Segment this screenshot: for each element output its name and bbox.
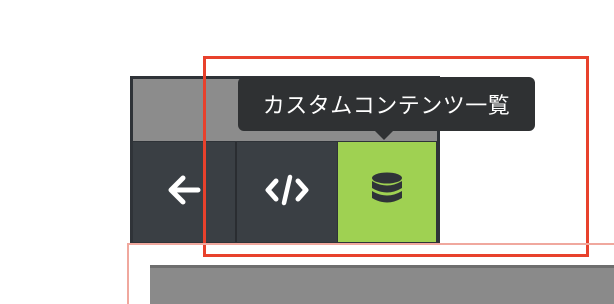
tooltip-arrow — [375, 131, 393, 140]
lower-bar — [150, 265, 614, 304]
tooltip-text: カスタムコンテンツ一覧 — [262, 94, 511, 119]
tooltip: カスタムコンテンツ一覧 — [238, 77, 535, 131]
arrow-left-icon — [167, 175, 201, 209]
